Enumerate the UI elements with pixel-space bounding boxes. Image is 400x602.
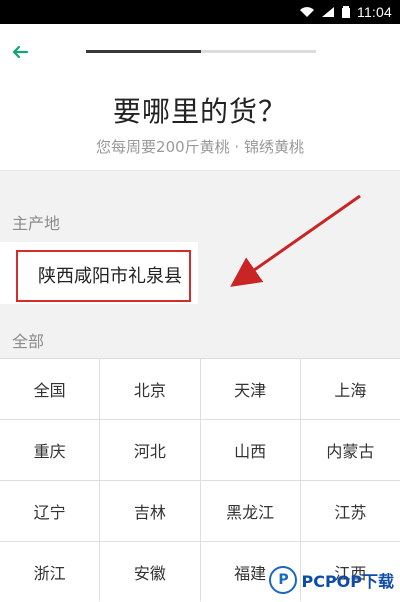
highlight-box [16,250,191,302]
region-cell[interactable]: 河北 [100,420,200,480]
region-cell[interactable]: 辽宁 [0,481,100,541]
region-cell[interactable]: 黑龙江 [200,481,300,541]
watermark: P PCPOP下载 [269,566,394,594]
status-time: 11:04 [357,4,392,20]
region-cell[interactable]: 上海 [300,359,400,419]
battery-icon [341,5,351,19]
region-cell[interactable]: 北京 [100,359,200,419]
origin-label: 主产地 [12,214,61,233]
region-cell[interactable]: 重庆 [0,420,100,480]
region-cell[interactable]: 天津 [200,359,300,419]
header: 要哪里的货？ 您每周要200斤黄桃 · 锦绣黄桃 [0,24,400,171]
all-label: 全部 [12,332,45,351]
page-title: 要哪里的货？ [112,95,287,128]
annotation-arrow [230,194,361,287]
region-cell[interactable]: 山西 [200,420,300,480]
watermark-text: PCPOP下载 [301,572,394,591]
region-cell[interactable]: 浙江 [0,542,100,602]
progress-bar [86,50,316,53]
region-cell[interactable]: 吉林 [100,481,200,541]
watermark-logo-icon: P [269,566,298,594]
region-cell[interactable]: 内蒙古 [300,420,400,480]
back-arrow-icon[interactable] [10,42,30,62]
region-cell[interactable]: 江苏 [300,481,400,541]
signal-icon [321,6,335,18]
wifi-icon [299,6,315,18]
progress-fill [86,50,201,53]
region-cell[interactable]: 全国 [0,359,100,419]
status-bar: 11:04 [0,0,400,24]
region-grid: 全国 北京 天津 上海 重庆 河北 山西 内蒙古 辽宁 吉林 黑龙江 江苏 浙江… [0,358,400,602]
region-cell[interactable]: 安徽 [100,542,200,602]
page-subtitle: 您每周要200斤黄桃 · 锦绣黄桃 [96,138,304,156]
